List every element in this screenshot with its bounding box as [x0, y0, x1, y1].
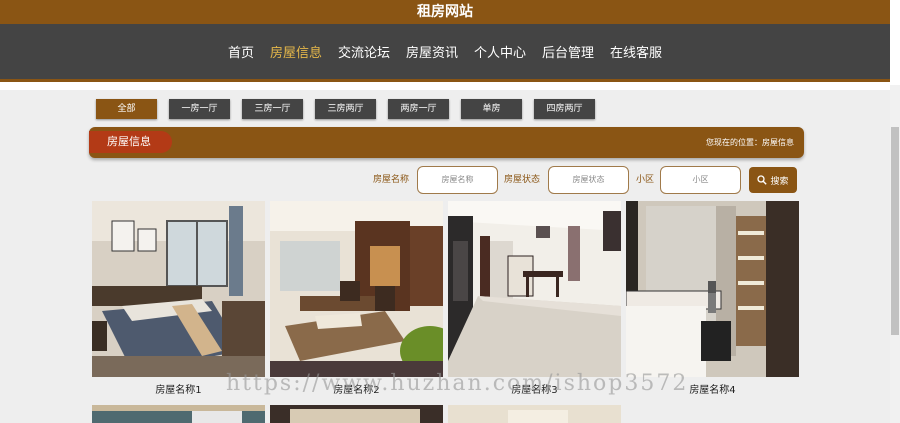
nav-item-home[interactable]: 首页 [228, 42, 254, 61]
watermark: https://www.huzhan.com/ishop3572 [226, 371, 689, 396]
category-3b2l-button[interactable]: 三房两厅 [315, 99, 376, 119]
community-input[interactable]: 小区 [660, 166, 741, 194]
section-title-bar: 房屋信息 您现在的位置：房屋信息 [89, 127, 804, 158]
listing-card[interactable]: 房屋名称3 [448, 201, 621, 396]
listing-card[interactable]: 房屋名称1 [92, 201, 265, 396]
scrollbar-thumb[interactable] [891, 127, 899, 335]
house-status-label: 房屋状态 [504, 175, 541, 185]
category-2b1l-button[interactable]: 两房一厅 [388, 99, 449, 119]
category-single-button[interactable]: 单房 [461, 99, 522, 119]
breadcrumb: 您现在的位置：房屋信息 [706, 138, 794, 147]
house-status-input[interactable]: 房屋状态 [548, 166, 629, 194]
nav-item-news[interactable]: 房屋资讯 [406, 42, 458, 61]
search-button[interactable]: 搜索 [749, 167, 797, 193]
section-title: 房屋信息 [89, 131, 172, 153]
community-label: 小区 [636, 175, 655, 185]
nav-item-forum[interactable]: 交流论坛 [338, 42, 390, 61]
listing-card[interactable]: 房屋名称2 [270, 201, 443, 396]
nav-item-profile[interactable]: 个人中心 [474, 42, 526, 61]
listing-card[interactable]: 房屋名称4 [626, 201, 799, 396]
search-icon [757, 175, 768, 185]
category-3b1l-button[interactable]: 三房一厅 [242, 99, 303, 119]
listing-photo[interactable] [626, 201, 799, 377]
nav-item-admin[interactable]: 后台管理 [542, 42, 594, 61]
nav-item-support[interactable]: 在线客服 [610, 42, 662, 61]
category-4b2l-button[interactable]: 四房两厅 [534, 99, 595, 119]
house-name-input[interactable]: 房屋名称 [417, 166, 498, 194]
nav-item-housing[interactable]: 房屋信息 [270, 42, 322, 61]
listing-photo[interactable] [270, 405, 443, 423]
listing-photo[interactable] [92, 201, 265, 377]
page-scrollbar[interactable] [890, 85, 900, 423]
site-title: 租房网站 [0, 0, 890, 24]
search-button-label: 搜索 [770, 176, 789, 187]
listing-photo[interactable] [448, 405, 621, 423]
main-nav: 首页 房屋信息 交流论坛 房屋资讯 个人中心 后台管理 在线客服 [0, 24, 890, 82]
listing-photo[interactable] [92, 405, 265, 423]
category-all-button[interactable]: 全部 [96, 99, 157, 119]
listing-photo[interactable] [270, 201, 443, 377]
listing-photo[interactable] [448, 201, 621, 377]
house-name-label: 房屋名称 [373, 175, 410, 185]
category-1b1l-button[interactable]: 一房一厅 [169, 99, 230, 119]
category-filter: 全部 一房一厅 三房一厅 三房两厅 两房一厅 单房 四房两厅 [96, 99, 607, 119]
